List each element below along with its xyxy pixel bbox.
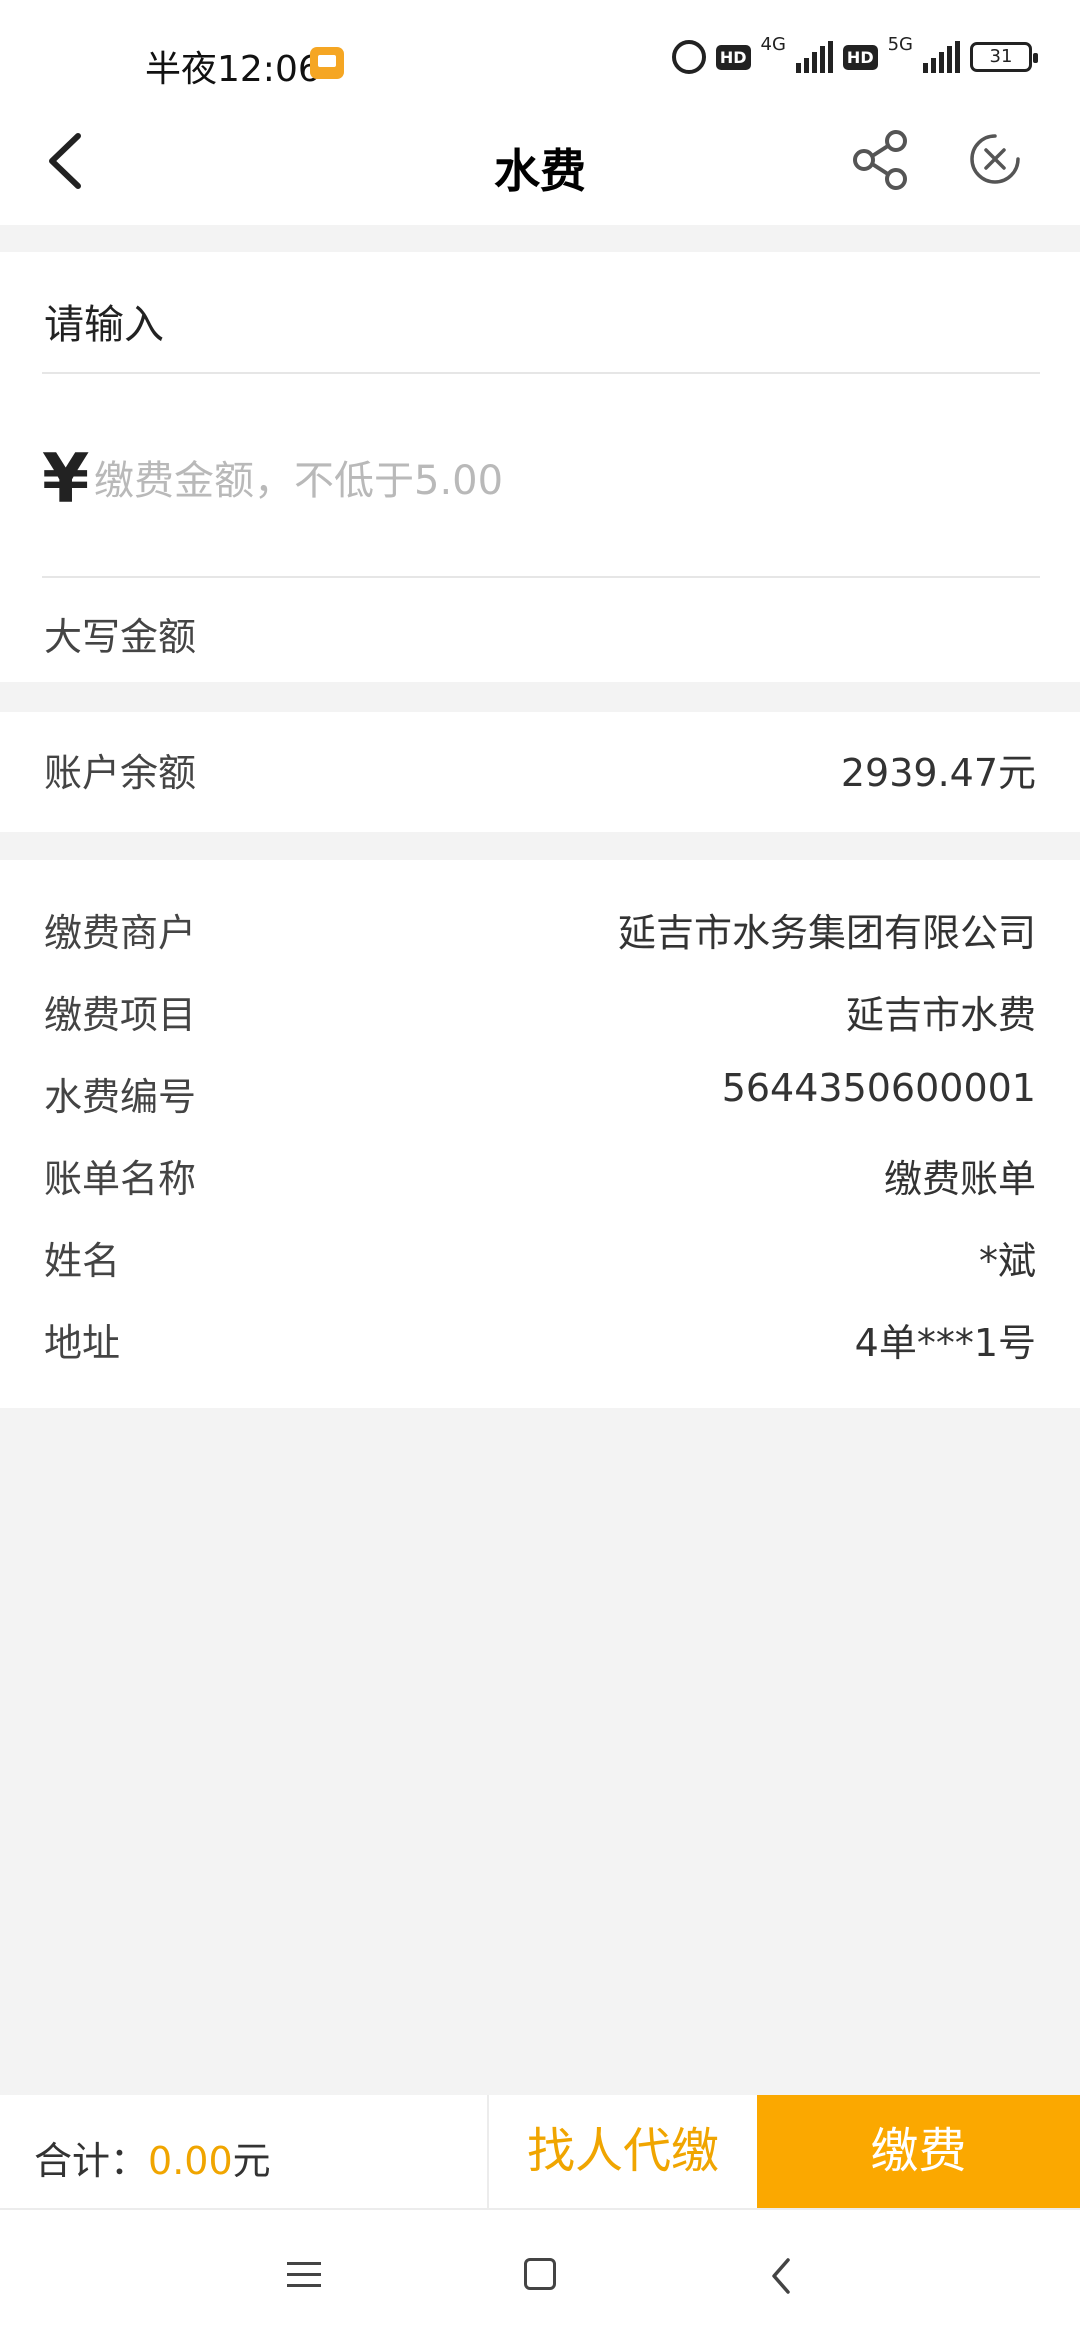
- detail-label-item: 缴费项目: [44, 993, 197, 1037]
- detail-label-merchant: 缴费商户: [44, 911, 197, 955]
- hd-badge: HD: [842, 44, 878, 70]
- balance-value: 2939.47元: [840, 751, 1036, 795]
- detail-value-name: *斌: [978, 1239, 1036, 1283]
- input-prompt-label: 请输入: [44, 302, 164, 348]
- currency-symbol: ¥: [42, 440, 90, 519]
- detail-label-bill-name: 账单名称: [44, 1157, 197, 1201]
- signal-icon: [923, 41, 960, 73]
- balance-label: 账户余额: [44, 751, 197, 795]
- battery-icon: 31: [970, 42, 1038, 72]
- status-icons: HD 4G HD 5G 31: [671, 34, 1038, 74]
- detail-label-name: 姓名: [44, 1239, 121, 1283]
- total-amount: 0.00: [148, 2139, 233, 2183]
- message-notification-icon: [310, 47, 344, 79]
- pay-button[interactable]: 缴费: [757, 2095, 1080, 2208]
- detail-value-item: 延吉市水费: [845, 993, 1036, 1037]
- total-summary: 合计：0.00元: [34, 2130, 271, 2185]
- share-icon: [853, 130, 907, 190]
- divider: [42, 576, 1040, 578]
- detail-value-account-number: 5644350600001: [721, 1066, 1036, 1110]
- network-type-label: 5G: [887, 34, 913, 55]
- detail-value-merchant: 延吉市水务集团有限公司: [617, 911, 1036, 955]
- total-label: 合计：: [34, 2139, 149, 2183]
- detail-value-address: 4单***1号: [854, 1321, 1036, 1365]
- page-title: 水费: [494, 144, 586, 198]
- hd-badge: HD: [715, 44, 751, 70]
- chevron-left-icon: [772, 2258, 790, 2294]
- network-type-label: 4G: [760, 34, 786, 55]
- amount-input[interactable]: [92, 450, 996, 512]
- divider: [42, 372, 1040, 374]
- share-button[interactable]: [850, 130, 910, 190]
- close-button[interactable]: [968, 132, 1022, 186]
- total-unit: 元: [232, 2139, 271, 2183]
- detail-label-account-number: 水费编号: [44, 1075, 197, 1119]
- system-back-icon[interactable]: [766, 2256, 796, 2296]
- detail-value-bill-name: 缴费账单: [883, 1157, 1036, 1201]
- proxy-pay-button[interactable]: 找人代缴: [489, 2095, 757, 2208]
- close-circle-icon: [970, 134, 1020, 184]
- menu-icon[interactable]: [287, 2262, 321, 2290]
- status-time: 半夜12:06: [145, 49, 321, 90]
- home-icon[interactable]: [524, 2258, 556, 2290]
- detail-label-address: 地址: [44, 1321, 121, 1365]
- signal-icon: [795, 41, 833, 73]
- capital-amount-label: 大写金额: [44, 615, 197, 659]
- alarm-icon: [671, 40, 706, 74]
